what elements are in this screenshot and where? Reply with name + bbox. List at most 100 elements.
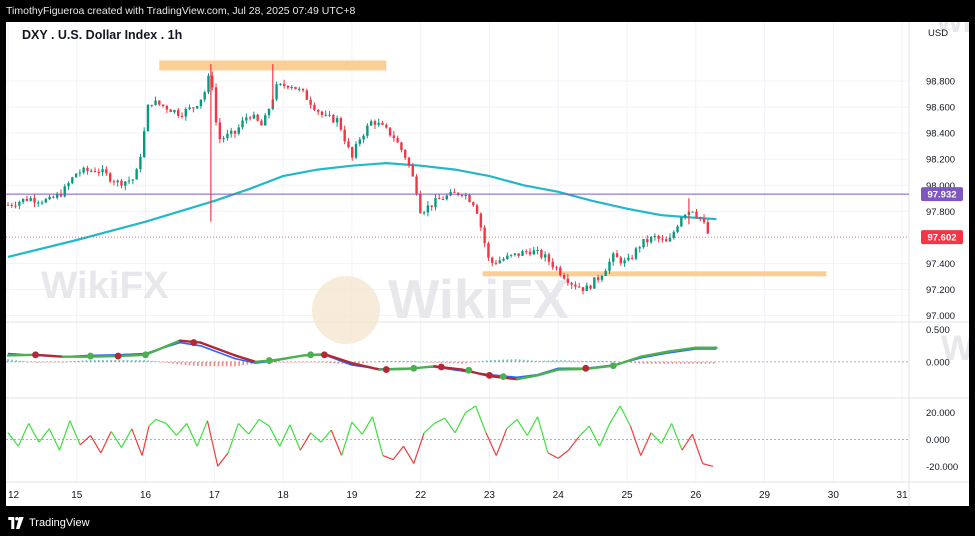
watermark-text: WikiFX: [388, 269, 569, 330]
macd-histogram-bar: [89, 360, 92, 362]
macd-cross-marker: [437, 363, 445, 371]
macd-axis-tick-label: 0.000: [926, 357, 950, 368]
candle-body: [161, 104, 165, 107]
candle-body: [316, 109, 320, 112]
oscillator-segment: [629, 425, 642, 456]
candle-body: [180, 115, 184, 117]
macd-histogram-bar: [287, 361, 290, 363]
oscillator-segment: [506, 418, 518, 430]
macd-cross-marker: [87, 352, 94, 360]
candle-body: [623, 260, 626, 264]
macd-histogram-bar: [159, 361, 162, 363]
time-axis-tick-label: 23: [484, 490, 496, 501]
chart-canvas[interactable]: WikiFXWikiFXWikiFXWikiFX 98.80098.60098.…: [6, 22, 969, 506]
candle-body: [192, 107, 195, 109]
candle-body: [282, 83, 286, 86]
candle-body: [543, 254, 547, 258]
candle-body: [612, 253, 615, 262]
time-axis-tick-label: 12: [8, 490, 20, 501]
oscillator-segment: [681, 433, 693, 451]
candle-body: [699, 217, 702, 219]
footer: TradingView: [8, 514, 90, 532]
oscillator-segment: [38, 428, 50, 443]
candle-body: [668, 237, 672, 242]
candle-body: [403, 150, 407, 158]
oscillator-segment: [148, 418, 157, 427]
candle-body: [528, 251, 532, 255]
macd-histogram-bar: [85, 360, 88, 362]
macd-histogram-bar: [184, 361, 187, 366]
candle-body: [517, 253, 520, 256]
macd-histogram-bar: [527, 360, 529, 362]
macd-histogram-bar: [19, 360, 22, 362]
signal-line-segment: [584, 364, 615, 371]
macd-histogram-bar: [580, 360, 583, 362]
signal-line-segment: [536, 368, 560, 377]
candle-body: [120, 180, 123, 186]
candle-layer: [6, 64, 710, 295]
candle-body: [392, 135, 396, 139]
oscillator-segment: [640, 432, 652, 456]
candle-body: [184, 108, 187, 117]
macd-histogram-bar: [477, 361, 480, 363]
macd-histogram-bar: [329, 361, 331, 364]
candle-body: [434, 198, 437, 207]
price-axis-tick-label: 98.800: [926, 77, 955, 88]
candle-body: [309, 99, 312, 105]
candle-body: [691, 211, 694, 213]
candle-body: [63, 186, 66, 197]
macd-histogram-bar: [64, 361, 67, 363]
macd-histogram-bar: [374, 361, 377, 363]
chart-panel[interactable]: WikiFXWikiFXWikiFXWikiFX 98.80098.60098.…: [6, 22, 969, 506]
candle-body: [453, 191, 456, 193]
macd-histogram-bar: [465, 361, 467, 364]
macd-histogram-bar: [535, 360, 538, 362]
macd-cross-marker: [142, 351, 149, 359]
macd-histogram-bar: [597, 360, 599, 362]
candle-body: [158, 100, 161, 105]
candle-body: [241, 120, 244, 128]
macd-histogram-bar: [518, 359, 521, 362]
candle-body: [593, 277, 596, 289]
zone-layer: [159, 60, 827, 277]
macd-histogram-bar: [31, 361, 34, 363]
macd-histogram-bar: [589, 360, 591, 362]
macd-histogram-bar: [176, 361, 178, 365]
macd-histogram-bar: [333, 361, 335, 364]
candle-body: [324, 114, 327, 116]
macd-histogram-bar: [601, 360, 604, 362]
oscillator-segment: [237, 423, 250, 435]
candle-body: [578, 286, 581, 288]
macd-histogram-bar: [304, 361, 306, 363]
macd-histogram-bar: [27, 361, 30, 363]
candle-body: [6, 204, 10, 206]
time-axis-tick-label: 22: [415, 490, 427, 501]
macd-histogram-bar: [659, 361, 661, 364]
candle-body: [313, 104, 316, 110]
macd-histogram-bar: [708, 361, 711, 364]
candle-body: [335, 118, 339, 123]
macd-histogram-bar: [213, 361, 216, 367]
macd-histogram-bar: [316, 361, 319, 363]
macd-histogram-bar: [77, 360, 79, 362]
candle-body: [328, 114, 331, 116]
candle-body: [154, 100, 157, 105]
oscillator-segment: [619, 405, 631, 427]
oscillator-segment: [341, 421, 353, 456]
candle-body: [74, 173, 78, 178]
macd-histogram-bar: [675, 361, 678, 364]
macd-histogram-bar: [362, 361, 364, 364]
macd-histogram-bar: [671, 361, 674, 364]
price-axis-tick-label: 98.200: [926, 155, 955, 166]
oscillator-segment: [258, 418, 270, 427]
time-axis-tick-label: 18: [278, 490, 290, 501]
macd-histogram-bar: [696, 361, 698, 364]
macd-histogram-bar: [642, 361, 645, 364]
candle-body: [649, 236, 653, 243]
candle-body: [464, 195, 467, 197]
candle-body: [351, 147, 354, 158]
candle-body: [596, 277, 600, 280]
macd-histogram-bar: [180, 361, 183, 365]
candle-body: [10, 204, 13, 206]
oscillator-segment: [650, 432, 662, 444]
